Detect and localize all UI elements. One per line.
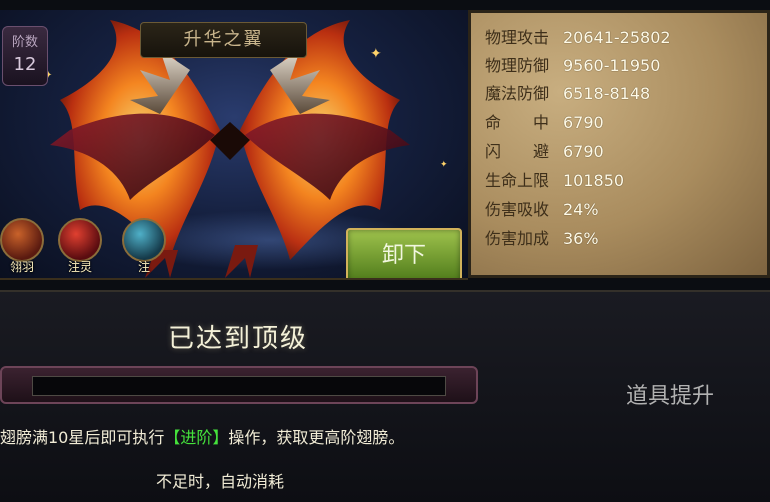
- stat-value: 36%: [563, 229, 599, 248]
- max-level-text: 已达到顶级: [168, 324, 309, 354]
- infuse-button-label: 注: [137, 260, 150, 274]
- stat-row: 闪 避 6790: [485, 141, 604, 163]
- tier-badge: 阶数 12: [2, 26, 48, 86]
- stat-value: 9560-11950: [563, 56, 661, 75]
- tier-label: 阶数: [11, 35, 38, 50]
- stat-key: 物理攻击: [485, 28, 550, 47]
- unload-button[interactable]: 卸下: [346, 228, 462, 278]
- stat-key: 生命上限: [485, 171, 550, 190]
- stat-row: 物理防御 9560-11950: [485, 55, 660, 77]
- stat-key: 伤害吸收: [485, 200, 550, 219]
- progress-bar: [32, 376, 446, 396]
- feather-button[interactable]: 翎羽: [0, 218, 44, 276]
- stat-value: 20641-25802: [563, 28, 671, 47]
- stat-value: 6790: [563, 142, 604, 161]
- stat-key: 伤害加成: [485, 229, 550, 248]
- feather-button-label: 翎羽: [9, 260, 34, 274]
- infuse-button[interactable]: 注: [122, 218, 166, 276]
- stat-value: 101850: [563, 171, 625, 190]
- stat-key: 魔法防御: [485, 84, 550, 103]
- desc-text: 操作，获取更高阶翅膀。: [228, 428, 405, 447]
- advance-description: 翅膀满10星后即可执行【进阶】操作，获取更高阶翅膀。: [0, 424, 404, 448]
- advance-highlight: 【进阶】: [164, 428, 229, 447]
- infuse-icon: [122, 218, 166, 262]
- soul-icon: [58, 218, 102, 262]
- stat-value: 24%: [563, 200, 599, 219]
- stat-value: 6790: [563, 113, 604, 132]
- soul-infuse-button[interactable]: 注灵: [58, 218, 102, 276]
- stat-value: 6518-8148: [563, 84, 651, 103]
- stat-row: 物理攻击 20641-25802: [485, 27, 671, 49]
- stats-panel: 物理攻击 20641-25802 物理防御 9560-11950 魔法防御 6518-…: [468, 10, 770, 278]
- soul-infuse-button-label: 注灵: [67, 260, 92, 274]
- stat-key: 闪 避: [485, 142, 550, 161]
- stat-row: 魔法防御 6518-8148: [485, 83, 650, 105]
- stat-row: 命 中 6790: [485, 112, 604, 134]
- star-sparkle-icon: ✦: [440, 160, 448, 170]
- item-upgrade-button[interactable]: 道具提升: [610, 378, 730, 416]
- tier-value: 12: [13, 54, 37, 75]
- stat-key: 物理防御: [485, 56, 550, 75]
- wing-display-scene: ✦ ✦ ✦ 升华之翼 阶数 12 翎羽 注灵 注 卸下: [0, 10, 468, 280]
- feather-icon: [0, 218, 44, 262]
- auto-consume-text: 不足时，自动消耗: [156, 472, 285, 491]
- desc-text: 翅膀满10星后即可执行: [0, 428, 165, 447]
- stat-key: 命 中: [485, 113, 550, 132]
- stat-row: 伤害吸收 24%: [485, 199, 599, 221]
- stat-row: 生命上限 101850: [485, 170, 624, 192]
- stat-row: 伤害加成 36%: [485, 228, 599, 250]
- wing-title: 升华之翼: [140, 22, 307, 58]
